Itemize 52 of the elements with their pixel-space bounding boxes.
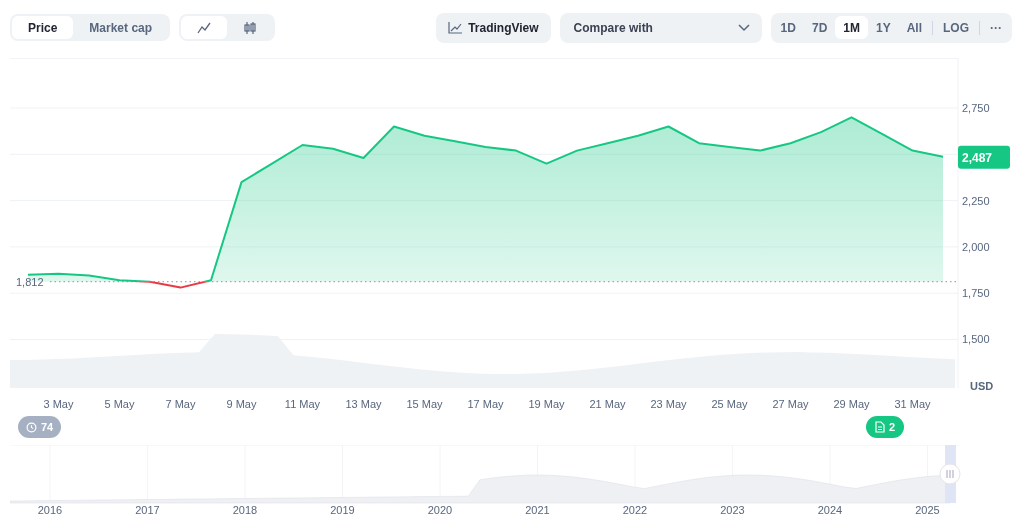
year-label: 2021 xyxy=(525,504,550,515)
candlestick-icon xyxy=(243,20,258,35)
x-axis-label: 9 May xyxy=(226,398,257,410)
range-tab[interactable]: 1D xyxy=(772,16,804,39)
document-icon xyxy=(875,421,885,433)
year-label: 2016 xyxy=(37,504,63,515)
x-axis-label: 15 May xyxy=(406,398,443,410)
year-label: 2024 xyxy=(817,504,843,515)
baseline-price-label: 1,812 xyxy=(16,275,44,288)
current-price-badge xyxy=(958,145,1010,169)
y-axis-label: 2,000 xyxy=(962,240,990,253)
x-axis-label: 3 May xyxy=(43,398,74,410)
x-axis-label: 13 May xyxy=(345,398,382,410)
year-label: 2020 xyxy=(427,504,453,515)
x-axis-label: 21 May xyxy=(589,398,626,410)
y-axis-label: 1,500 xyxy=(962,333,990,346)
line-chart-icon xyxy=(197,21,212,34)
year-label: 2022 xyxy=(622,504,648,515)
year-label: 2017 xyxy=(135,504,160,515)
range-tab[interactable]: 7D xyxy=(803,16,836,39)
current-price-label: 2,487 xyxy=(962,150,993,165)
range-tab[interactable]: All xyxy=(898,16,930,39)
x-axis-label: 19 May xyxy=(528,398,565,410)
year-label: 2025 xyxy=(915,504,940,515)
currency-label: USD xyxy=(970,380,994,392)
y-axis-label: 1,750 xyxy=(962,287,990,300)
y-axis-label: 2,750 xyxy=(962,102,990,114)
chart-icon xyxy=(448,21,463,34)
year-label: 2023 xyxy=(720,504,745,515)
range-tab[interactable]: 1M xyxy=(835,16,868,39)
year-label: 2018 xyxy=(232,504,258,515)
tradingview-button[interactable]: TradingView xyxy=(436,12,551,43)
x-axis-label: 31 May xyxy=(894,398,931,410)
compare-dropdown[interactable]: Compare with xyxy=(559,12,762,43)
more-button[interactable]: ··· xyxy=(982,16,1010,39)
x-axis-label: 17 May xyxy=(467,398,504,410)
x-axis-label: 23 May xyxy=(650,398,687,410)
x-axis-label: 11 May xyxy=(284,398,321,410)
x-axis-label: 29 May xyxy=(833,398,870,410)
metric-tab[interactable]: Price xyxy=(12,16,74,39)
metric-tab[interactable]: Market cap xyxy=(73,16,169,39)
x-axis-label: 25 May xyxy=(711,398,748,410)
history-icon xyxy=(26,421,37,433)
x-axis-label: 27 May xyxy=(772,398,809,410)
line-chart-tab[interactable] xyxy=(181,16,228,39)
y-axis-label: 2,250 xyxy=(962,194,990,207)
range-tab[interactable]: 1Y xyxy=(867,16,899,39)
year-label: 2019 xyxy=(330,504,355,515)
x-axis-label: 5 May xyxy=(104,398,135,410)
chevron-down-icon xyxy=(737,23,750,32)
log-button[interactable]: LOG xyxy=(935,16,977,39)
x-axis-label: 7 May xyxy=(165,398,196,410)
